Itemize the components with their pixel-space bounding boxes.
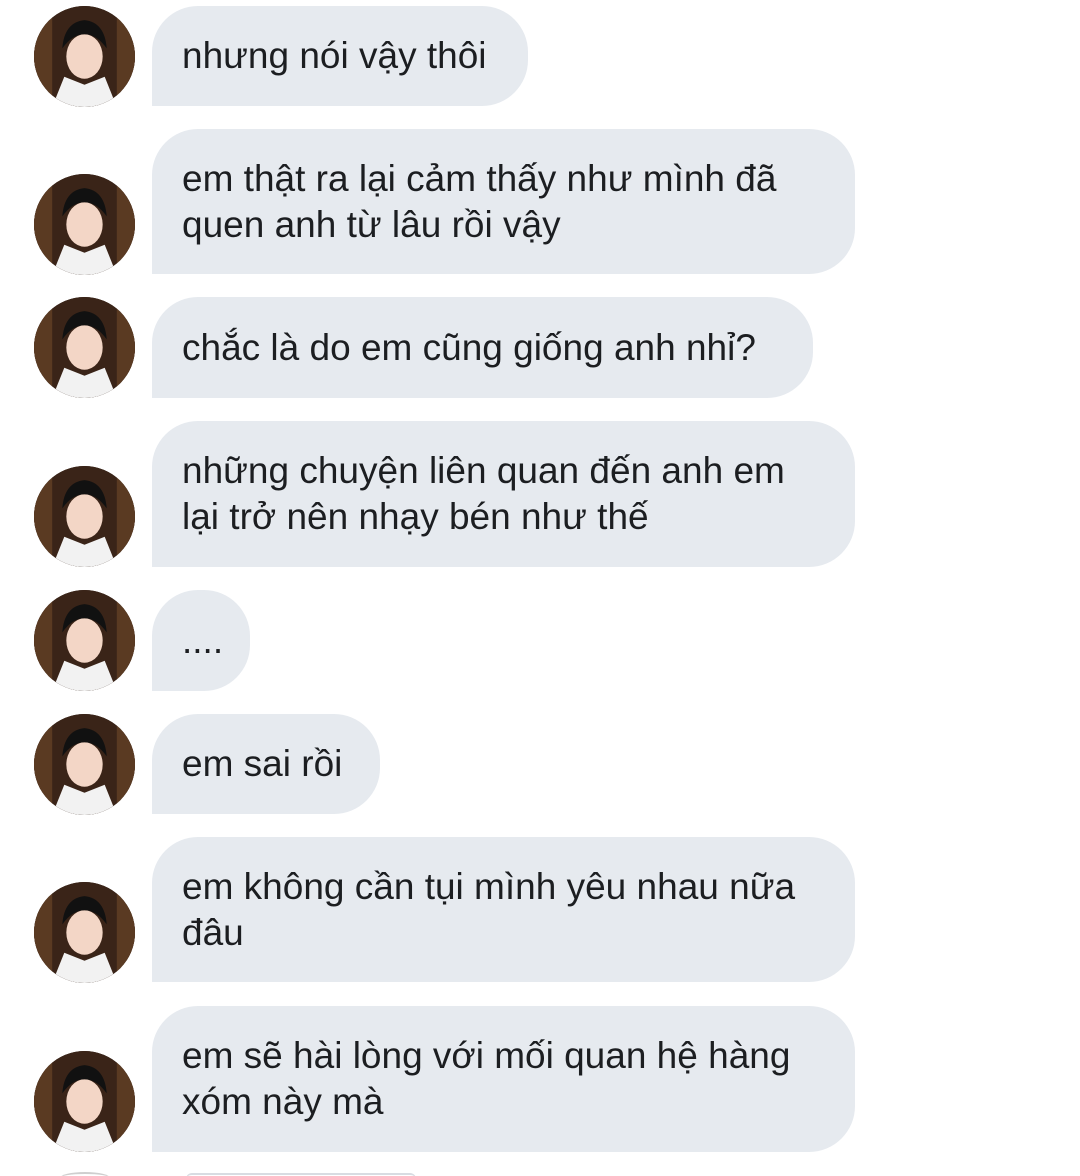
user-avatar-icon[interactable]	[34, 297, 135, 398]
message-bubble[interactable]: em sẽ hài lòng với mối quan hệ hàng xóm …	[152, 1006, 855, 1152]
message-bubble[interactable]: em thật ra lại cảm thấy như mình đã quen…	[152, 129, 855, 274]
message-text: em sẽ hài lòng với mối quan hệ hàng xóm …	[182, 1035, 801, 1122]
message-text: em không cần tụi mình yêu nhau nữa đâu	[182, 865, 806, 953]
chat-thread: nhưng nói vậy thôi em thật ra lại cảm th…	[0, 0, 1080, 1176]
user-avatar-icon[interactable]	[34, 1051, 135, 1152]
message-text: nhưng nói vậy thôi	[182, 35, 487, 76]
message-text: những chuyện liên quan đến anh em lại tr…	[182, 450, 796, 537]
user-avatar-icon[interactable]	[34, 882, 135, 983]
message-bubble[interactable]: những chuyện liên quan đến anh em lại tr…	[152, 421, 855, 567]
user-avatar-icon[interactable]	[34, 174, 135, 275]
user-avatar-icon[interactable]	[34, 590, 135, 691]
message-bubble[interactable]: em không cần tụi mình yêu nhau nữa đâu	[152, 837, 855, 982]
message-text: em thật ra lại cảm thấy như mình đã quen…	[182, 157, 787, 245]
message-bubble[interactable]: ....	[152, 590, 250, 691]
message-text: chắc là do em cũng giống anh nhỉ?	[182, 326, 756, 368]
message-text: em sai rồi	[182, 743, 343, 784]
user-avatar-icon[interactable]	[34, 466, 135, 567]
user-avatar-icon[interactable]	[34, 714, 135, 815]
partial-avatar-icon	[60, 1172, 110, 1176]
user-avatar-icon[interactable]	[34, 6, 135, 107]
message-bubble[interactable]: chắc là do em cũng giống anh nhỉ?	[152, 297, 813, 398]
message-text: ....	[182, 619, 224, 661]
message-bubble[interactable]: nhưng nói vậy thôi	[152, 6, 528, 106]
message-bubble[interactable]: em sai rồi	[152, 714, 380, 814]
